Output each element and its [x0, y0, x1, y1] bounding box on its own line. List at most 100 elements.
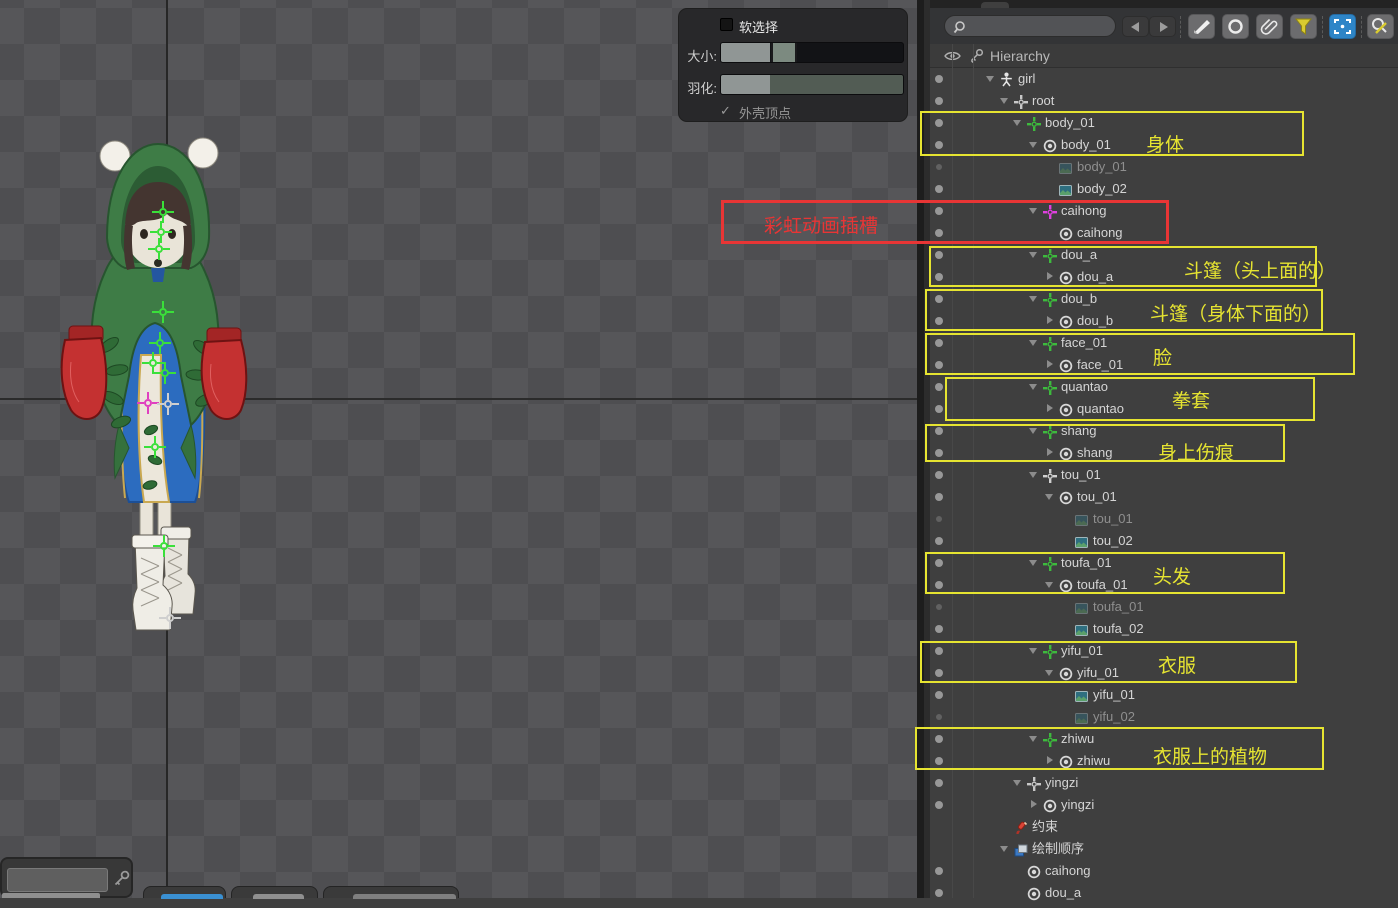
expand-triangle-open[interactable]: [1029, 384, 1037, 390]
visibility-dot[interactable]: [935, 867, 943, 875]
tree-row-slot-face_01[interactable]: face_01: [917, 354, 1398, 376]
tree-row-bone-toufa_01[interactable]: toufa_01: [917, 552, 1398, 574]
tree-row-slot-yingzi[interactable]: yingzi: [917, 794, 1398, 816]
tree-row-image-yifu_01[interactable]: yifu_01: [917, 684, 1398, 706]
search-box[interactable]: [944, 15, 1116, 37]
back-arrow-button[interactable]: [1122, 16, 1149, 37]
tree-row-bone-quantao[interactable]: quantao: [917, 376, 1398, 398]
expand-triangle-open[interactable]: [1029, 472, 1037, 478]
visibility-dot[interactable]: [935, 471, 943, 479]
expand-triangle-open[interactable]: [1029, 340, 1037, 346]
visibility-dot[interactable]: [935, 361, 943, 369]
visibility-dot[interactable]: [935, 317, 943, 325]
tree-row-image-tou_02[interactable]: tou_02: [917, 530, 1398, 552]
tree-row-slot-body_01[interactable]: body_01: [917, 134, 1398, 156]
visibility-dot-dim[interactable]: [936, 516, 942, 522]
tree-row-bone-caihong[interactable]: caihong: [917, 200, 1398, 222]
expand-triangle-open[interactable]: [1029, 296, 1037, 302]
expand-triangle-open[interactable]: [986, 76, 994, 82]
expand-triangle-closed[interactable]: [1047, 272, 1053, 280]
focus-tool-button[interactable]: [1329, 14, 1356, 39]
tree-row-slot-yifu_01[interactable]: yifu_01: [917, 662, 1398, 684]
character-girl[interactable]: [55, 130, 255, 640]
tree-row-bone-yifu_01[interactable]: yifu_01: [917, 640, 1398, 662]
expand-triangle-open[interactable]: [1029, 736, 1037, 742]
visibility-dot-dim[interactable]: [936, 164, 942, 170]
feather-slider[interactable]: [720, 74, 904, 95]
tree-row-bone-dou_b[interactable]: dou_b: [917, 288, 1398, 310]
expand-triangle-closed[interactable]: [1047, 316, 1053, 324]
tree-row-image-body_01[interactable]: body_01: [917, 156, 1398, 178]
expand-triangle-open[interactable]: [1029, 208, 1037, 214]
tree-row-slot-dou_a[interactable]: dou_a: [917, 266, 1398, 288]
size-slider[interactable]: [720, 42, 904, 63]
tree-row-slot-tou_01[interactable]: tou_01: [917, 486, 1398, 508]
visibility-dot[interactable]: [935, 251, 943, 259]
visibility-dot[interactable]: [935, 427, 943, 435]
tree-row-constraint-约束[interactable]: 约束: [917, 816, 1398, 838]
expand-triangle-open[interactable]: [1029, 648, 1037, 654]
expand-triangle-open[interactable]: [1013, 120, 1021, 126]
tree-row-bone-yingzi[interactable]: yingzi: [917, 772, 1398, 794]
tree-row-slot-dou_a[interactable]: dou_a: [917, 882, 1398, 904]
expand-triangle-closed[interactable]: [1047, 448, 1053, 456]
expand-triangle-open[interactable]: [1045, 582, 1053, 588]
visibility-dot[interactable]: [935, 229, 943, 237]
viewport-canvas[interactable]: [0, 0, 917, 898]
hull-vertices-checkbox[interactable]: ✓: [720, 104, 733, 117]
expand-triangle-open[interactable]: [1000, 846, 1008, 852]
soft-select-checkbox[interactable]: [720, 18, 733, 31]
expand-triangle-open[interactable]: [1000, 98, 1008, 104]
expand-triangle-closed[interactable]: [1031, 800, 1037, 808]
visibility-dot[interactable]: [935, 449, 943, 457]
bottom-left-field[interactable]: [7, 868, 108, 892]
expand-triangle-open[interactable]: [1029, 142, 1037, 148]
visibility-dot[interactable]: [935, 295, 943, 303]
paperclip-tool-button[interactable]: [1256, 14, 1283, 39]
visibility-dot[interactable]: [935, 537, 943, 545]
tree-row-slot-dou_b[interactable]: dou_b: [917, 310, 1398, 332]
expand-triangle-open[interactable]: [1013, 780, 1021, 786]
tree-row-image-tou_01[interactable]: tou_01: [917, 508, 1398, 530]
tree-row-skeleton-girl[interactable]: girl: [917, 68, 1398, 90]
tree-row-slot-quantao[interactable]: quantao: [917, 398, 1398, 420]
visibility-dot[interactable]: [935, 273, 943, 281]
tree-row-bone-root[interactable]: root: [917, 90, 1398, 112]
size-slider-handle[interactable]: [771, 43, 797, 63]
expand-triangle-open[interactable]: [1029, 252, 1037, 258]
visibility-dot[interactable]: [935, 405, 943, 413]
tree-row-bone-body_01[interactable]: body_01: [917, 112, 1398, 134]
tree-row-bone-shang[interactable]: shang: [917, 420, 1398, 442]
visibility-dot[interactable]: [935, 669, 943, 677]
visibility-dot[interactable]: [935, 383, 943, 391]
expand-triangle-open[interactable]: [1029, 428, 1037, 434]
bottom-gray-button[interactable]: [253, 894, 304, 899]
visibility-dot[interactable]: [935, 757, 943, 765]
tree-row-slot-toufa_01[interactable]: toufa_01: [917, 574, 1398, 596]
visibility-dot[interactable]: [935, 691, 943, 699]
visibility-dot[interactable]: [935, 141, 943, 149]
tree-row-image-body_02[interactable]: body_02: [917, 178, 1398, 200]
tree-row-bone-face_01[interactable]: face_01: [917, 332, 1398, 354]
visibility-dot[interactable]: [935, 207, 943, 215]
pen-tool-button[interactable]: [1188, 14, 1215, 39]
zoom-edit-tool-button[interactable]: [1367, 14, 1394, 39]
bottom-wide-button[interactable]: [353, 894, 456, 899]
tree-row-image-toufa_01[interactable]: toufa_01: [917, 596, 1398, 618]
visibility-dot[interactable]: [935, 559, 943, 567]
visibility-dot-dim[interactable]: [936, 604, 942, 610]
expand-triangle-open[interactable]: [1045, 494, 1053, 500]
expand-triangle-closed[interactable]: [1047, 404, 1053, 412]
visibility-dot[interactable]: [935, 735, 943, 743]
visibility-dot[interactable]: [935, 75, 943, 83]
tree-row-slot-shang[interactable]: shang: [917, 442, 1398, 464]
tree-row-slot-zhiwu[interactable]: zhiwu: [917, 750, 1398, 772]
visibility-dot[interactable]: [935, 339, 943, 347]
tree-row-bone-dou_a[interactable]: dou_a: [917, 244, 1398, 266]
visibility-dot[interactable]: [935, 779, 943, 787]
bottom-left-slider[interactable]: [2, 893, 100, 898]
visibility-dot[interactable]: [935, 889, 943, 897]
tree-row-slot-caihong[interactable]: caihong: [917, 222, 1398, 244]
expand-triangle-open[interactable]: [1029, 560, 1037, 566]
expand-triangle-open[interactable]: [1045, 670, 1053, 676]
